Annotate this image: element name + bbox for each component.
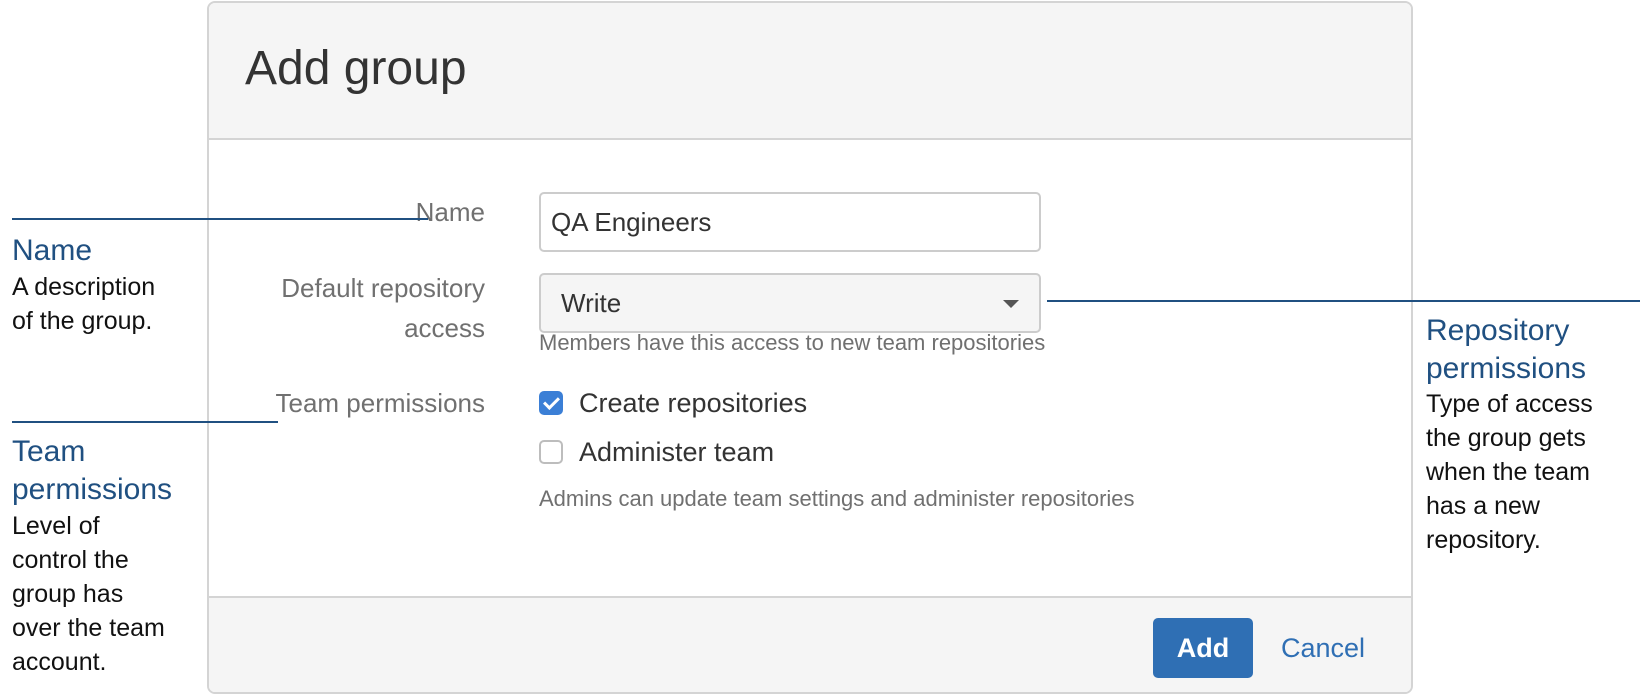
repo-callout-line [1047, 300, 1640, 302]
name-callout-line [12, 218, 428, 220]
name-input[interactable] [539, 192, 1041, 252]
add-group-dialog: Add group Name Default repository access… [207, 1, 1413, 694]
team-callout-title-line-1: Team [12, 435, 86, 468]
name-label: Name [415, 197, 485, 227]
team-callout-line-1: Level of [12, 512, 100, 540]
team-callout-line-2: control the [12, 546, 129, 574]
repo-callout-title: Repository permissions [1426, 312, 1586, 388]
administer-team-checkbox[interactable] [539, 440, 563, 464]
team-callout-line-4: over the team [12, 614, 165, 642]
add-button[interactable]: Add [1153, 618, 1253, 678]
team-callout-line-3: group has [12, 580, 124, 608]
repo-access-help: Members have this access to new team rep… [539, 330, 1046, 355]
repo-callout-line-5: repository. [1426, 526, 1541, 554]
repo-callout-title-line-1: Repository [1426, 314, 1570, 347]
dialog-header: Add group [209, 3, 1411, 140]
name-callout-text: A description of the group. [12, 270, 155, 338]
cancel-link[interactable]: Cancel [1281, 618, 1365, 678]
team-callout-line [12, 421, 278, 423]
team-callout-text: Level of control the group has over the … [12, 509, 165, 679]
name-callout-line-1: A description [12, 273, 156, 301]
permissions-help: Admins can update team settings and admi… [539, 486, 1135, 511]
dialog-title: Add group [245, 42, 467, 95]
repo-callout-line-4: has a new [1426, 492, 1540, 520]
name-callout-line-2: of the group. [12, 307, 153, 335]
repo-callout-line-3: when the team [1426, 458, 1590, 486]
repo-callout-text: Type of access the group gets when the t… [1426, 387, 1593, 557]
repo-callout-line-1: Type of access [1426, 390, 1593, 418]
repo-access-label-line2: access [404, 313, 485, 343]
team-permissions-label: Team permissions [275, 388, 485, 418]
create-repositories-label: Create repositories [579, 388, 808, 418]
name-callout-title: Name [12, 234, 93, 267]
team-callout-title: Team permissions [12, 433, 172, 509]
checkmark-icon [543, 393, 560, 410]
repo-callout-title-line-2: permissions [1426, 352, 1587, 385]
team-callout-title-line-2: permissions [12, 473, 173, 506]
create-repositories-checkbox[interactable] [539, 391, 563, 415]
administer-team-label: Administer team [579, 437, 775, 467]
team-callout-line-5: account. [12, 648, 107, 676]
repo-access-select[interactable]: Write [539, 273, 1041, 333]
repo-access-value: Write [561, 288, 622, 318]
chevron-down-icon [1003, 300, 1019, 308]
repo-access-label: Default repository access [209, 268, 485, 348]
repo-callout-line-2: the group gets [1426, 424, 1586, 452]
repo-access-label-line1: Default repository [281, 273, 485, 303]
